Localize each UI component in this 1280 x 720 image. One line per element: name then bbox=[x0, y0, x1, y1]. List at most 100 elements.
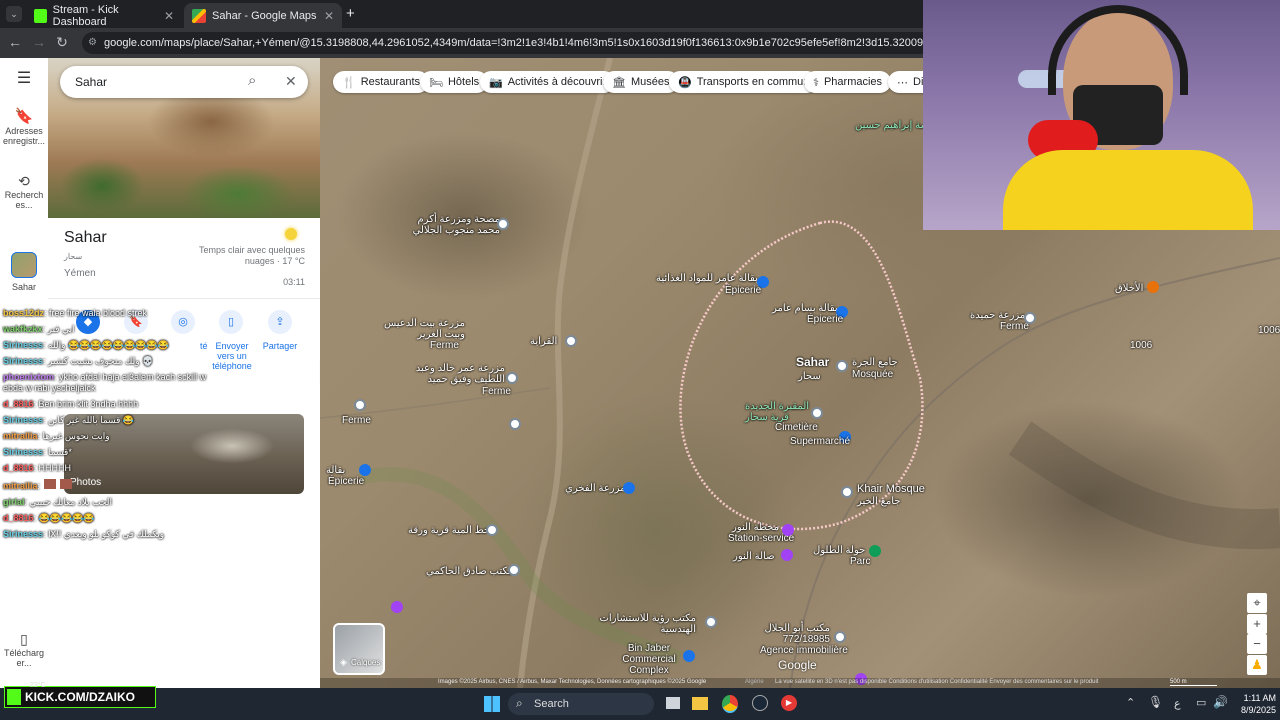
scale-bar[interactable]: 500 m bbox=[1170, 679, 1217, 686]
tray-chevron-icon[interactable]: ⌃ bbox=[1126, 696, 1135, 709]
chip-pharmacies[interactable]: ⚕ Pharmacies bbox=[804, 71, 892, 93]
language-indicator[interactable]: ع bbox=[1174, 697, 1181, 710]
map-pin-sahar[interactable] bbox=[836, 360, 848, 372]
zoom-in-button[interactable]: + bbox=[1247, 614, 1267, 634]
map-pin-park[interactable] bbox=[869, 545, 881, 557]
chip-label: Pharmacies bbox=[823, 76, 883, 88]
recent-button[interactable]: ⟲ Recherch es... bbox=[0, 174, 48, 210]
chip-transit[interactable]: 🚇 Transports en commun bbox=[669, 71, 819, 93]
chat-message: d_8816: HHHHH bbox=[3, 463, 303, 474]
tab-google-maps[interactable]: Sahar - Google Maps ✕ bbox=[184, 3, 342, 28]
map-pin[interactable] bbox=[781, 549, 793, 561]
map-label-fakhri[interactable]: مزرعة الفخري bbox=[565, 483, 626, 494]
task-view-icon[interactable] bbox=[666, 697, 680, 709]
map-label-baqala[interactable]: بقالة bbox=[326, 465, 345, 476]
recent-place-sahar[interactable]: Sahar bbox=[0, 252, 48, 292]
menu-button[interactable]: ☰ bbox=[0, 71, 48, 87]
zoom-out-button[interactable]: − bbox=[1247, 634, 1267, 654]
map-pin[interactable] bbox=[509, 418, 521, 430]
map-label-maktab-handasa[interactable]: مكتب رؤية للاستشارات الهندسية bbox=[576, 613, 696, 635]
pegman-button[interactable]: ♟ bbox=[1247, 655, 1267, 675]
map-label-jami[interactable]: جامع الجرة bbox=[852, 357, 898, 368]
start-button[interactable] bbox=[484, 696, 500, 712]
search-icon[interactable]: ⌕ bbox=[248, 72, 256, 89]
back-icon[interactable]: ← bbox=[6, 34, 24, 50]
map-label-alakhlaq[interactable]: الأخلاق bbox=[1115, 283, 1143, 294]
map-pin[interactable] bbox=[623, 482, 635, 494]
map-label-station-ar[interactable]: محطة النور bbox=[732, 522, 779, 533]
map-label-sahar[interactable]: Sahar bbox=[796, 356, 829, 368]
map-label-qaraya[interactable]: القراية bbox=[530, 336, 557, 347]
close-icon[interactable]: ✕ bbox=[285, 73, 297, 90]
map-label-cimetiere-ar[interactable]: المقبرة الجديدة قرية سحار bbox=[745, 401, 815, 423]
chrome-icon[interactable] bbox=[722, 695, 738, 713]
map-pin[interactable] bbox=[508, 564, 520, 576]
map-label-bayt[interactable]: مزرعة بيت الدعيس وبيت الغرير bbox=[375, 318, 465, 340]
map-label-jawla[interactable]: جولة الطلول bbox=[813, 545, 865, 556]
steam-icon[interactable] bbox=[752, 695, 768, 711]
map-label-ferme: Ferme bbox=[482, 386, 511, 397]
tab-kick-dashboard[interactable]: Stream - Kick Dashboard ✕ bbox=[26, 3, 182, 28]
network-icon[interactable]: ▭ bbox=[1196, 696, 1206, 709]
map-label-agence-ar[interactable]: مكتب أبو الجلال 772/18985 bbox=[750, 623, 830, 645]
map-pin[interactable] bbox=[834, 631, 846, 643]
chip-museums[interactable]: 🏛 Musées bbox=[603, 71, 679, 93]
chip-activities[interactable]: 📷 Activités à découvrir bbox=[480, 71, 616, 93]
chat-message: Sirinesss: قسما بالله غير كاين 😂 bbox=[3, 415, 303, 426]
microphone-icon[interactable]: 🎙 bbox=[1148, 695, 1163, 709]
map-pin-cemetery[interactable] bbox=[811, 407, 823, 419]
map-pin[interactable] bbox=[1024, 312, 1036, 324]
map-label-supermarche[interactable]: Supermarché bbox=[790, 436, 850, 447]
map-pin[interactable] bbox=[705, 616, 717, 628]
map-label-salat[interactable]: صالة النور bbox=[733, 551, 775, 562]
site-info-icon[interactable]: ⚙ bbox=[88, 32, 97, 54]
chat-user: Sirinesss bbox=[3, 340, 44, 350]
map-label-maktab[interactable]: مكتب صادق الحاكمي bbox=[426, 566, 513, 577]
map-label-bassam[interactable]: بقالة بسام عامر bbox=[772, 303, 838, 314]
map-pin[interactable] bbox=[354, 399, 366, 411]
saved-button[interactable]: 🔖 Adresses enregistr... bbox=[0, 109, 48, 146]
layers-button[interactable]: ◈ Calques bbox=[333, 623, 385, 675]
map-pin[interactable] bbox=[497, 218, 509, 230]
volume-icon[interactable]: 🔊 bbox=[1213, 695, 1228, 709]
chip-hotels[interactable]: 🛏 Hôtels bbox=[420, 71, 489, 93]
url-input[interactable]: ⚙ google.com/maps/place/Sahar,+Yémen/@15… bbox=[82, 32, 932, 54]
map-pin-shop[interactable] bbox=[359, 464, 371, 476]
file-explorer-icon[interactable] bbox=[692, 697, 708, 710]
map-pin-restaurant[interactable] bbox=[1147, 281, 1159, 293]
map-pin[interactable] bbox=[391, 601, 403, 613]
map-label-khat[interactable]: خط المية قرية ورقة bbox=[408, 525, 490, 536]
search-box[interactable]: Sahar ⌕ ✕ bbox=[60, 66, 308, 98]
map-label-baqala-amer[interactable]: بقالة عامر للمواد الغذائية bbox=[656, 273, 758, 284]
chat-text: : free fire wala blood strek bbox=[44, 308, 148, 318]
map-label-khair[interactable]: Khair Mosque bbox=[857, 484, 925, 495]
clock[interactable]: 1:11 AM 8/9/2025 bbox=[1230, 692, 1276, 716]
search-input[interactable]: Sahar bbox=[75, 75, 107, 89]
chip-restaurants[interactable]: 🍴 Restaurants bbox=[333, 71, 430, 93]
map-label-binjaber[interactable]: Bin Jaber Commercial Complex bbox=[612, 643, 686, 676]
forward-icon[interactable]: → bbox=[30, 34, 48, 50]
layers-icon: ◈ bbox=[340, 657, 347, 667]
footer-links[interactable]: La vue satellite en 3D n'est pas disponi… bbox=[775, 679, 1098, 685]
map-label-omar[interactable]: مزرعة عمر خالد وعبد اللطيف وفيق حميد bbox=[415, 363, 505, 385]
taskbar-search[interactable]: ⌕ Search bbox=[508, 693, 654, 715]
close-icon[interactable]: ✕ bbox=[324, 9, 334, 23]
map-pin[interactable] bbox=[565, 335, 577, 347]
download-app-button[interactable]: ▯ Télécharg er... bbox=[0, 632, 48, 668]
chat-user: mitrallia bbox=[3, 431, 38, 441]
close-icon[interactable]: ✕ bbox=[164, 9, 174, 23]
stream-chat: boss12dz: free fire wala blood strek wak… bbox=[3, 308, 303, 540]
map-pin[interactable] bbox=[506, 372, 518, 384]
map-pin-shop[interactable] bbox=[683, 650, 695, 662]
map-pin[interactable] bbox=[486, 524, 498, 536]
reload-icon[interactable]: ↻ bbox=[53, 34, 71, 51]
map-pin-fuel[interactable] bbox=[782, 524, 794, 536]
my-location-button[interactable]: ⌖ bbox=[1247, 593, 1267, 613]
map-label-akram[interactable]: مصحة ومزرعة أكرم محمد منجوب الجلالي bbox=[405, 214, 500, 236]
map-pin-mosque[interactable] bbox=[841, 486, 853, 498]
map-label-hamida[interactable]: مزرعة حميدة bbox=[970, 310, 1025, 321]
kick-icon bbox=[34, 8, 47, 23]
tab-search-button[interactable]: ⌄ bbox=[6, 6, 22, 22]
media-app-icon[interactable]: ▶ bbox=[781, 695, 797, 711]
new-tab-button[interactable]: + bbox=[346, 5, 355, 22]
